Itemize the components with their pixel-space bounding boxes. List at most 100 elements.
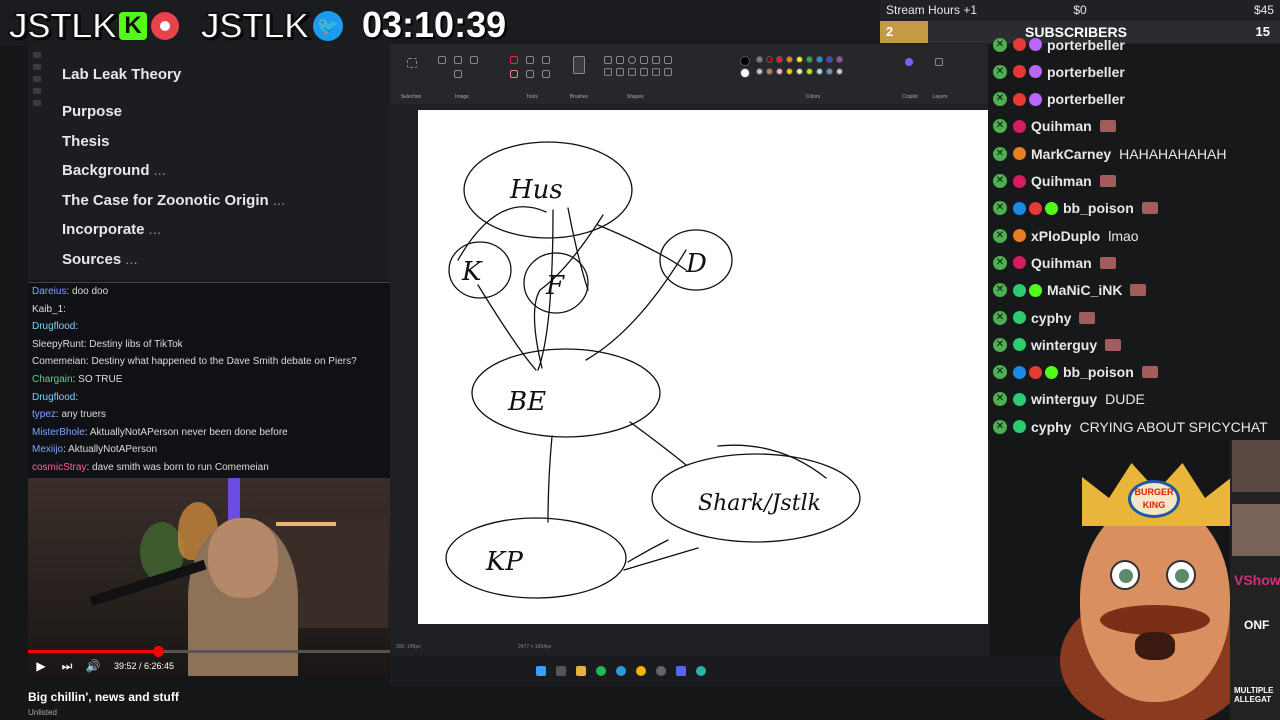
menu-icon[interactable]: [33, 100, 41, 106]
chat-username[interactable]: porterbeller: [1047, 91, 1125, 107]
color-swatch[interactable]: [786, 56, 793, 63]
delete-message-icon[interactable]: ✕: [993, 337, 1007, 352]
volume-icon[interactable]: 🔊: [80, 656, 106, 676]
color-swatch[interactable]: [766, 68, 773, 75]
color-swatch[interactable]: [816, 56, 823, 63]
discord-icon[interactable]: [676, 666, 686, 676]
chat-username[interactable]: Drugflood: [32, 392, 75, 403]
color-swatch[interactable]: [836, 68, 843, 75]
selection-icon[interactable]: [407, 58, 417, 68]
outline-item[interactable]: Purpose: [62, 102, 285, 132]
outline-item[interactable]: Incorporate...: [62, 220, 285, 250]
spotify-icon[interactable]: [596, 666, 606, 676]
delete-message-icon[interactable]: ✕: [993, 310, 1007, 325]
crop-icon[interactable]: [438, 56, 446, 64]
color-swatch[interactable]: [796, 56, 803, 63]
ribbon-group-tools[interactable]: Tools: [506, 52, 558, 100]
delete-message-icon[interactable]: ✕: [993, 365, 1007, 380]
menu-icon[interactable]: [33, 52, 41, 58]
color-swatch[interactable]: [776, 56, 783, 63]
chat-username[interactable]: cosmicStray: [32, 462, 86, 473]
chat-username[interactable]: cyphy: [1031, 419, 1071, 435]
pencil-icon[interactable]: [510, 56, 518, 64]
chat-username[interactable]: Chargain: [32, 374, 73, 385]
color-swatch[interactable]: [756, 56, 763, 63]
color-swatch[interactable]: [836, 56, 843, 63]
color-swatch[interactable]: [826, 56, 833, 63]
delete-message-icon[interactable]: ✕: [993, 419, 1007, 434]
chat-username[interactable]: SleepyRunt: [32, 339, 84, 350]
next-icon[interactable]: ⏭: [54, 656, 80, 676]
color-swatch[interactable]: [806, 68, 813, 75]
ribbon-group-selection[interactable]: Selection: [396, 52, 426, 100]
menu-icon[interactable]: [33, 88, 41, 94]
chat-username[interactable]: bb_poison: [1063, 364, 1134, 380]
chat-username[interactable]: cyphy: [1031, 310, 1071, 326]
outline-item[interactable]: The Case for Zoonotic Origin...: [62, 191, 285, 221]
brush-icon[interactable]: [573, 56, 585, 74]
menu-icon[interactable]: [33, 64, 41, 70]
ribbon-group-brushes[interactable]: Brushes: [566, 52, 592, 100]
delete-message-icon[interactable]: ✕: [993, 392, 1007, 407]
chat-username[interactable]: Quihman: [1031, 255, 1092, 271]
line-shape-icon[interactable]: [604, 56, 612, 64]
paint-icon[interactable]: [696, 666, 706, 676]
ribbon-group-image[interactable]: Image: [434, 52, 490, 100]
outline-item[interactable]: Background...: [62, 161, 285, 191]
chat-username[interactable]: Drugflood: [32, 321, 75, 332]
color-swatch[interactable]: [816, 68, 823, 75]
chat-username[interactable]: winterguy: [1031, 391, 1097, 407]
triangle-shape-icon[interactable]: [664, 56, 672, 64]
ribbon-group-colors[interactable]: Colors: [736, 52, 866, 100]
color-swatch[interactable]: [776, 68, 783, 75]
outline-item[interactable]: Thesis: [62, 132, 285, 162]
outline-title[interactable]: Lab Leak Theory: [62, 66, 181, 83]
chat-username[interactable]: MisterBhole: [32, 427, 85, 438]
video-progress-bar[interactable]: [28, 646, 390, 657]
drawing-canvas[interactable]: Hus K F D BE Shark/Jstlk KP: [418, 110, 988, 624]
hexagon-shape-icon[interactable]: [628, 68, 636, 76]
play-icon[interactable]: ▶: [28, 656, 54, 676]
color-swatch[interactable]: [806, 56, 813, 63]
color-swatch[interactable]: [786, 68, 793, 75]
fill-icon[interactable]: [526, 56, 534, 64]
rectangle-shape-icon[interactable]: [640, 56, 648, 64]
color-swatch[interactable]: [796, 68, 803, 75]
chat-username[interactable]: Dareius: [32, 286, 66, 297]
chat-username[interactable]: Quihman: [1031, 118, 1092, 134]
arrow-shape-icon[interactable]: [640, 68, 648, 76]
delete-message-icon[interactable]: ✕: [993, 255, 1007, 270]
chat-username[interactable]: porterbeller: [1047, 64, 1125, 80]
ribbon-group-layers[interactable]: Layers: [928, 52, 952, 100]
delete-message-icon[interactable]: ✕: [993, 37, 1007, 52]
chat-username[interactable]: porterbeller: [1047, 37, 1125, 53]
callout-shape-icon[interactable]: [664, 68, 672, 76]
diamond-shape-icon[interactable]: [604, 68, 612, 76]
picker-icon[interactable]: [526, 70, 534, 78]
star-shape-icon[interactable]: [652, 68, 660, 76]
color-swatch[interactable]: [766, 56, 773, 63]
chat-username[interactable]: typez: [32, 409, 56, 420]
pentagon-shape-icon[interactable]: [616, 68, 624, 76]
explorer-icon[interactable]: [576, 666, 586, 676]
chat-username[interactable]: xPloDuplo: [1031, 228, 1100, 244]
delete-message-icon[interactable]: ✕: [993, 201, 1007, 216]
eraser-icon[interactable]: [510, 70, 518, 78]
delete-message-icon[interactable]: ✕: [993, 283, 1007, 298]
menu-icon[interactable]: [33, 76, 41, 82]
magnifier-icon[interactable]: [542, 70, 550, 78]
chat-username[interactable]: Comemeian: [32, 356, 86, 367]
delete-message-icon[interactable]: ✕: [993, 119, 1007, 134]
curve-shape-icon[interactable]: [616, 56, 624, 64]
copilot-icon[interactable]: [905, 58, 913, 66]
delete-message-icon[interactable]: ✕: [993, 174, 1007, 188]
text-icon[interactable]: [542, 56, 550, 64]
delete-message-icon[interactable]: ✕: [993, 228, 1007, 243]
chat-username[interactable]: MarkCarney: [1031, 146, 1111, 162]
ribbon-group-shapes[interactable]: Shapes: [600, 52, 724, 100]
edge-icon[interactable]: [616, 666, 626, 676]
chat-username[interactable]: Kaib_1: [32, 304, 63, 315]
chat-username[interactable]: Quihman: [1031, 173, 1092, 189]
polygon-shape-icon[interactable]: [652, 56, 660, 64]
chat-username[interactable]: bb_poison: [1063, 200, 1134, 216]
